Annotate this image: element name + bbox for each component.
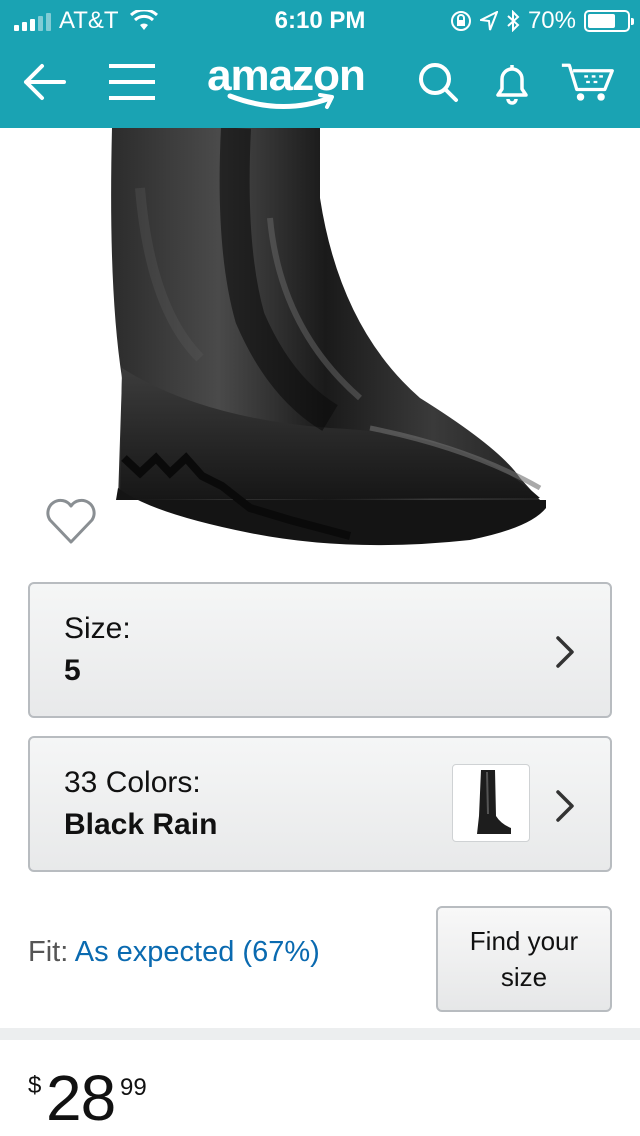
status-right: 70%	[450, 7, 634, 35]
fit-label: Fit:	[28, 936, 69, 968]
chevron-right-icon	[556, 790, 574, 822]
battery-percent: 70%	[527, 7, 576, 34]
nav-bar: amazon	[0, 40, 640, 128]
fit-link[interactable]: As expected (67%)	[75, 936, 320, 968]
size-selector[interactable]: Size: 5	[28, 582, 612, 718]
status-bar: AT&T 6:10 PM 70%	[0, 0, 640, 40]
heart-icon[interactable]	[44, 496, 98, 546]
size-value: 5	[64, 654, 81, 687]
bluetooth-icon	[507, 10, 520, 32]
color-value: Black Rain	[64, 808, 218, 841]
search-icon[interactable]	[410, 54, 466, 110]
amazon-logo[interactable]: amazon	[196, 48, 376, 118]
cart-icon[interactable]	[560, 54, 616, 110]
color-count-label: 33 Colors:	[64, 766, 201, 799]
rotation-lock-icon	[450, 11, 471, 31]
fit-info: Fit: As expected (67%)	[28, 936, 320, 969]
price-fraction: 99	[120, 1074, 147, 1101]
size-label: Size:	[64, 612, 131, 645]
price-whole: 28	[46, 1062, 116, 1134]
battery-icon	[584, 10, 634, 32]
section-divider	[0, 1028, 640, 1040]
bell-icon[interactable]	[484, 54, 540, 110]
location-icon	[479, 11, 498, 31]
boot-thumbnail[interactable]	[452, 764, 530, 842]
logo-smile-icon	[227, 93, 334, 110]
find-your-size-button[interactable]: Find your size	[436, 906, 612, 1012]
back-arrow-icon[interactable]	[16, 54, 72, 110]
chevron-right-icon	[556, 636, 574, 668]
boot-thumbnail-icon	[477, 770, 511, 834]
price-currency: $	[28, 1072, 42, 1099]
menu-icon[interactable]	[104, 54, 160, 110]
color-selector[interactable]: 33 Colors: Black Rain	[28, 736, 612, 872]
